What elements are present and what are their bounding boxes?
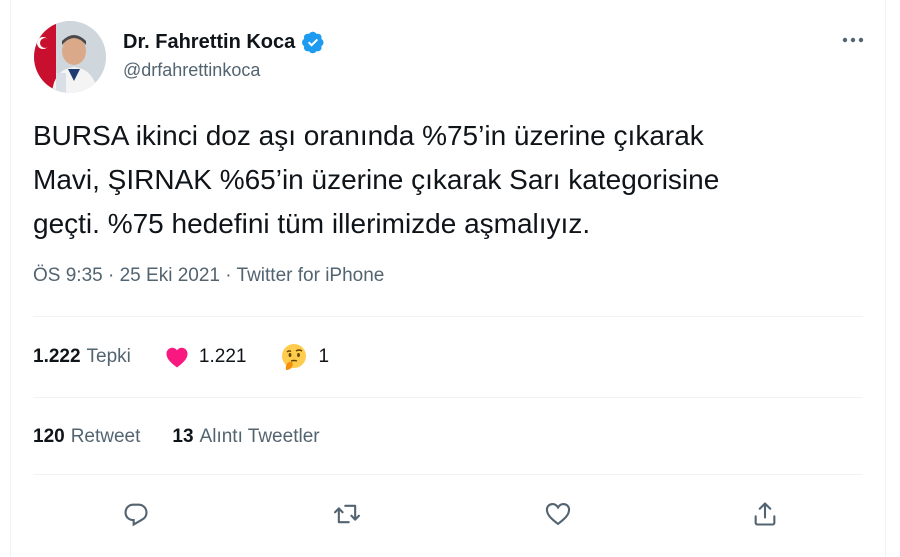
action-bar [11,496,887,532]
avatar[interactable] [34,21,106,93]
tweet-meta: ÖS 9:35 · 25 Eki 2021 · Twitter for iPho… [33,265,384,287]
meta-separator: · [225,265,237,286]
quote-count[interactable]: 13 [172,426,193,448]
divider [33,397,863,398]
divider [33,474,863,475]
like-button[interactable] [540,496,576,532]
heart-reaction[interactable]: 1.221 [165,346,247,368]
heart-icon [166,347,188,368]
author-handle[interactable]: @drfahrettinkoca [123,60,260,81]
retweet-button[interactable] [329,496,365,532]
retweet-icon [334,504,360,524]
avatar-image [34,21,106,93]
thinking-reaction[interactable]: 1 [280,343,329,371]
meta-separator: · [108,265,120,286]
tweet-date[interactable]: 25 Eki 2021 [120,265,220,286]
author-name-row: Dr. Fahrettin Koca [123,30,325,54]
like-icon [545,503,571,526]
reactions-label[interactable]: Tepki [87,346,131,368]
quote-label[interactable]: Alıntı Tweetler [200,426,320,448]
tweet-time[interactable]: ÖS 9:35 [33,265,103,286]
share-icon [754,502,776,526]
heart-count: 1.221 [198,346,247,367]
thinking-face-icon [282,344,307,370]
retweet-label[interactable]: Retweet [71,426,141,448]
thinking-count: 1 [318,346,330,367]
reactions-row: 1.222 Tepki 1.221 1 [33,343,329,371]
more-dots-icon[interactable] [839,30,867,50]
tweet-text: BURSA ikinci doz aşı oranında %75’in üze… [33,120,720,239]
reply-icon [124,503,148,527]
retweet-count[interactable]: 120 [33,426,65,448]
reply-button[interactable] [118,496,154,532]
divider [33,316,863,317]
reactions-total[interactable]: 1.222 [33,346,81,368]
verified-badge-icon [302,31,324,54]
share-button[interactable] [747,496,783,532]
tweet-source[interactable]: Twitter for iPhone [237,265,385,286]
tweet-card: Dr. Fahrettin Koca @drfahrettinkoca BURS… [10,0,886,557]
author-name[interactable]: Dr. Fahrettin Koca [123,31,295,54]
retweets-row: 120 Retweet 13 Alıntı Tweetler [33,426,320,448]
